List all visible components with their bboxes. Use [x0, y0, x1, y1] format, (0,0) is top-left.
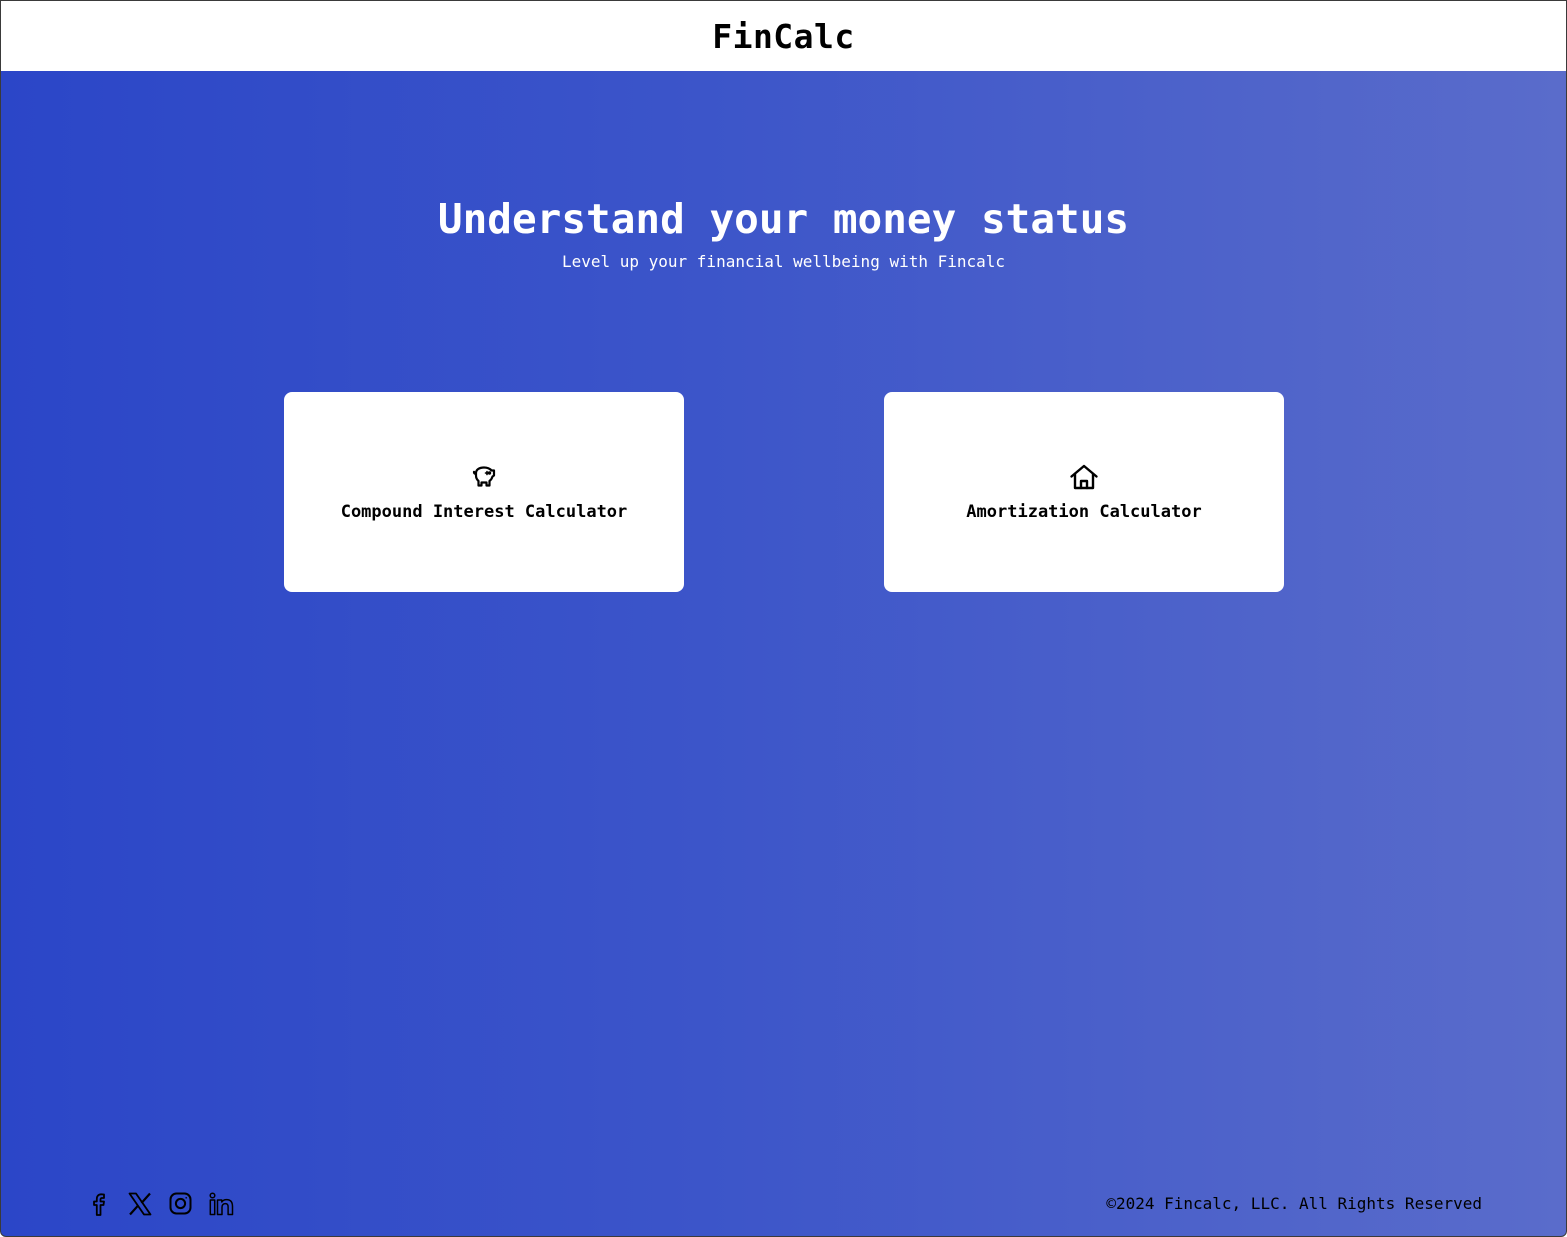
page: FinCalc Understand your money status Lev…: [0, 0, 1567, 1237]
copyright-text: ©2024 Fincalc, LLC. All Rights Reserved: [1106, 1194, 1482, 1213]
top-bar: FinCalc: [1, 1, 1566, 71]
amortization-label: Amortization Calculator: [966, 502, 1202, 522]
amortization-card[interactable]: Amortization Calculator: [884, 392, 1284, 592]
hero-title: Understand your money status: [437, 195, 1130, 243]
instagram-icon[interactable]: [167, 1190, 194, 1217]
hero-subtitle: Level up your financial wellbeing with F…: [561, 252, 1006, 271]
x-icon[interactable]: [126, 1190, 153, 1217]
facebook-icon[interactable]: [85, 1190, 112, 1217]
linkedin-icon[interactable]: [208, 1190, 235, 1217]
hero-section: Understand your money status Level up yo…: [1, 191, 1566, 273]
compound-interest-card[interactable]: Compound Interest Calculator: [284, 392, 684, 592]
house-icon: [1069, 462, 1099, 492]
footer: ©2024 Fincalc, LLC. All Rights Reserved: [1, 1186, 1566, 1226]
piggy-bank-icon: [469, 462, 499, 492]
social-links: [85, 1190, 235, 1217]
brand-logo[interactable]: FinCalc: [712, 17, 855, 56]
compound-interest-label: Compound Interest Calculator: [340, 502, 628, 522]
